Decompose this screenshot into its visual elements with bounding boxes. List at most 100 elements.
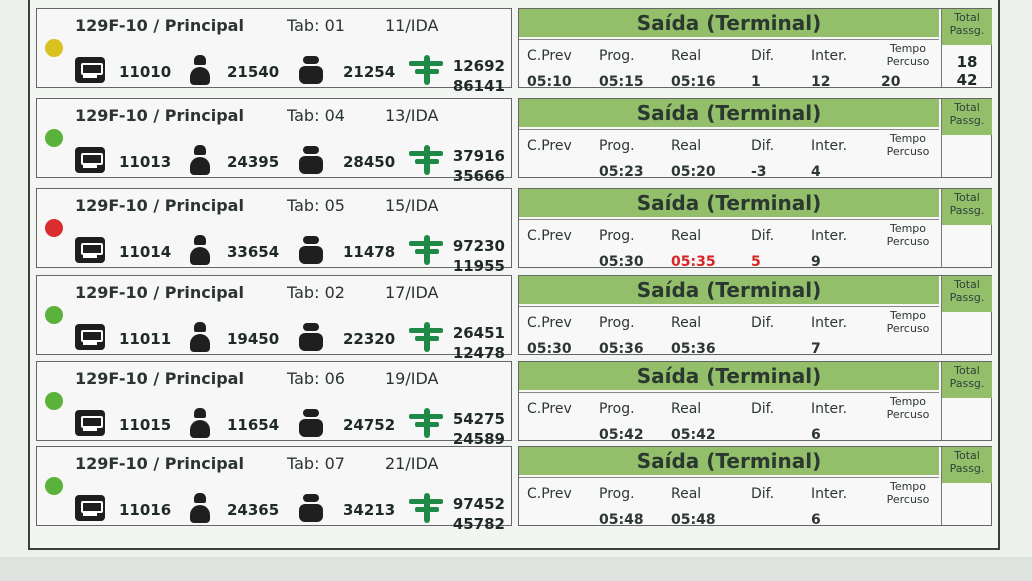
status-dot bbox=[45, 219, 63, 237]
collector-number: 11478 bbox=[343, 243, 396, 261]
total-passengers-label: Total Passg. bbox=[942, 362, 992, 398]
vehicle-row: 129F-10 / Principal Tab: 06 19/IDA 11015… bbox=[30, 353, 996, 448]
turnstile-end: 45782 bbox=[452, 515, 505, 533]
column-header: Tempo Percuso bbox=[886, 480, 930, 506]
bus-number: 11013 bbox=[119, 153, 172, 171]
vehicle-card[interactable]: 129F-10 / Principal Tab: 01 11/IDA 11010… bbox=[36, 8, 512, 95]
total-passengers-box: Total Passg. 18 42 bbox=[941, 9, 992, 89]
collector-icon bbox=[295, 492, 329, 524]
vehicle-card[interactable]: 129F-10 / Principal Tab: 06 19/IDA 11015… bbox=[36, 361, 512, 448]
column-header: C.Prev bbox=[527, 401, 572, 417]
departure-panel[interactable]: Saída (Terminal) Total Passg. C.Prev Prog… bbox=[518, 98, 992, 180]
total-passengers-label: Total Passg. bbox=[942, 447, 992, 483]
column-value: 05:15 bbox=[599, 74, 644, 90]
vehicle-card[interactable]: 129F-10 / Principal Tab: 07 21/IDA 11016… bbox=[36, 446, 512, 533]
bus-number: 11016 bbox=[119, 501, 172, 519]
column-header: Prog. bbox=[599, 228, 635, 244]
column-header: Real bbox=[671, 486, 702, 502]
total-passengers-top: 18 bbox=[956, 53, 978, 71]
column-value: -3 bbox=[751, 164, 767, 180]
bus-number: 11011 bbox=[119, 330, 172, 348]
total-passengers-label: Total Passg. bbox=[942, 276, 992, 312]
column-header: Prog. bbox=[599, 315, 635, 331]
column-header: Real bbox=[671, 48, 702, 64]
vehicle-row: 129F-10 / Principal Tab: 05 15/IDA 11014… bbox=[30, 180, 996, 275]
total-passengers-box: Total Passg. bbox=[941, 276, 992, 354]
tab-label: Tab: 05 bbox=[287, 196, 345, 215]
column-value: 05:48 bbox=[599, 512, 644, 528]
route-label: 129F-10 / Principal bbox=[75, 454, 244, 473]
column-header: Dif. bbox=[751, 48, 775, 64]
departure-panel[interactable]: Saída (Terminal) Total Passg. C.Prev Prog… bbox=[518, 446, 992, 528]
departure-panel[interactable]: Saída (Terminal) Total Passg. C.Prev 05:3… bbox=[518, 275, 992, 357]
total-passengers-box: Total Passg. bbox=[941, 447, 992, 525]
column-header: Inter. bbox=[811, 486, 848, 502]
departure-columns: C.Prev 05:10 Prog. 05:15 Real 05:16 Dif. 1 Inter… bbox=[519, 39, 939, 90]
driver-icon bbox=[185, 321, 215, 355]
departure-header: Saída (Terminal) bbox=[519, 276, 939, 304]
status-dot bbox=[45, 477, 63, 495]
column-header: C.Prev bbox=[527, 486, 572, 502]
route-label: 129F-10 / Principal bbox=[75, 106, 244, 125]
column-value: 05:23 bbox=[599, 164, 644, 180]
column-header: Tempo Percuso bbox=[886, 42, 930, 68]
driver-icon bbox=[185, 234, 215, 268]
column-header: Prog. bbox=[599, 138, 635, 154]
departure-panel[interactable]: Saída (Terminal) Total Passg. 18 42 C.Pr… bbox=[518, 8, 992, 90]
column-header: Prog. bbox=[599, 401, 635, 417]
bus-icon bbox=[75, 324, 105, 350]
route-label: 129F-10 / Principal bbox=[75, 369, 244, 388]
turnstile-icon bbox=[407, 53, 447, 87]
collector-number: 21254 bbox=[343, 63, 396, 81]
collector-number: 28450 bbox=[343, 153, 396, 171]
turnstile-start: 37916 bbox=[452, 147, 505, 165]
turnstile-start: 54275 bbox=[452, 410, 505, 428]
departure-panel[interactable]: Saída (Terminal) Total Passg. C.Prev Prog… bbox=[518, 188, 992, 270]
collector-number: 24752 bbox=[343, 416, 396, 434]
vehicle-card[interactable]: 129F-10 / Principal Tab: 02 17/IDA 11011… bbox=[36, 275, 512, 362]
tab-label: Tab: 01 bbox=[287, 16, 345, 35]
status-dot bbox=[45, 392, 63, 410]
driver-icon bbox=[185, 54, 215, 88]
status-dot bbox=[45, 39, 63, 57]
column-header: Prog. bbox=[599, 48, 635, 64]
column-header: C.Prev bbox=[527, 315, 572, 331]
vehicle-row: 129F-10 / Principal Tab: 01 11/IDA 11010… bbox=[30, 0, 996, 95]
tab-label: Tab: 07 bbox=[287, 454, 345, 473]
turnstile-start: 97230 bbox=[452, 237, 505, 255]
total-passengers-label: Total Passg. bbox=[942, 9, 992, 45]
total-passengers-box: Total Passg. bbox=[941, 189, 992, 267]
column-header: Dif. bbox=[751, 486, 775, 502]
turnstile-start: 12692 bbox=[452, 57, 505, 75]
collector-icon bbox=[295, 54, 329, 86]
vehicle-card[interactable]: 129F-10 / Principal Tab: 05 15/IDA 11014… bbox=[36, 188, 512, 275]
turnstile-icon bbox=[407, 406, 447, 440]
bus-icon bbox=[75, 147, 105, 173]
departure-header: Saída (Terminal) bbox=[519, 99, 939, 127]
column-value: 1 bbox=[751, 74, 761, 90]
route-label: 129F-10 / Principal bbox=[75, 196, 244, 215]
vehicle-row: 129F-10 / Principal Tab: 02 17/IDA 11011… bbox=[30, 267, 996, 362]
trip-label: 15/IDA bbox=[385, 196, 439, 215]
column-value: 05:48 bbox=[671, 512, 716, 528]
departure-header: Saída (Terminal) bbox=[519, 189, 939, 217]
turnstile-icon bbox=[407, 143, 447, 177]
trip-label: 21/IDA bbox=[385, 454, 439, 473]
bus-icon bbox=[75, 237, 105, 263]
driver-number: 11654 bbox=[227, 416, 280, 434]
column-header: Dif. bbox=[751, 138, 775, 154]
departure-header: Saída (Terminal) bbox=[519, 447, 939, 475]
tab-label: Tab: 06 bbox=[287, 369, 345, 388]
collector-number: 34213 bbox=[343, 501, 396, 519]
bus-icon bbox=[75, 410, 105, 436]
column-header: Tempo Percuso bbox=[886, 132, 930, 158]
departure-panel[interactable]: Saída (Terminal) Total Passg. C.Prev Prog… bbox=[518, 361, 992, 443]
departure-columns: C.Prev Prog. 05:23 Real 05:20 Dif. -3 Inter. 4 Te… bbox=[519, 129, 939, 180]
driver-number: 24395 bbox=[227, 153, 280, 171]
route-label: 129F-10 / Principal bbox=[75, 16, 244, 35]
turnstile-icon bbox=[407, 320, 447, 354]
departure-header: Saída (Terminal) bbox=[519, 9, 939, 37]
vehicle-card[interactable]: 129F-10 / Principal Tab: 04 13/IDA 11013… bbox=[36, 98, 512, 185]
column-value: 20 bbox=[881, 74, 901, 90]
column-header: Real bbox=[671, 228, 702, 244]
